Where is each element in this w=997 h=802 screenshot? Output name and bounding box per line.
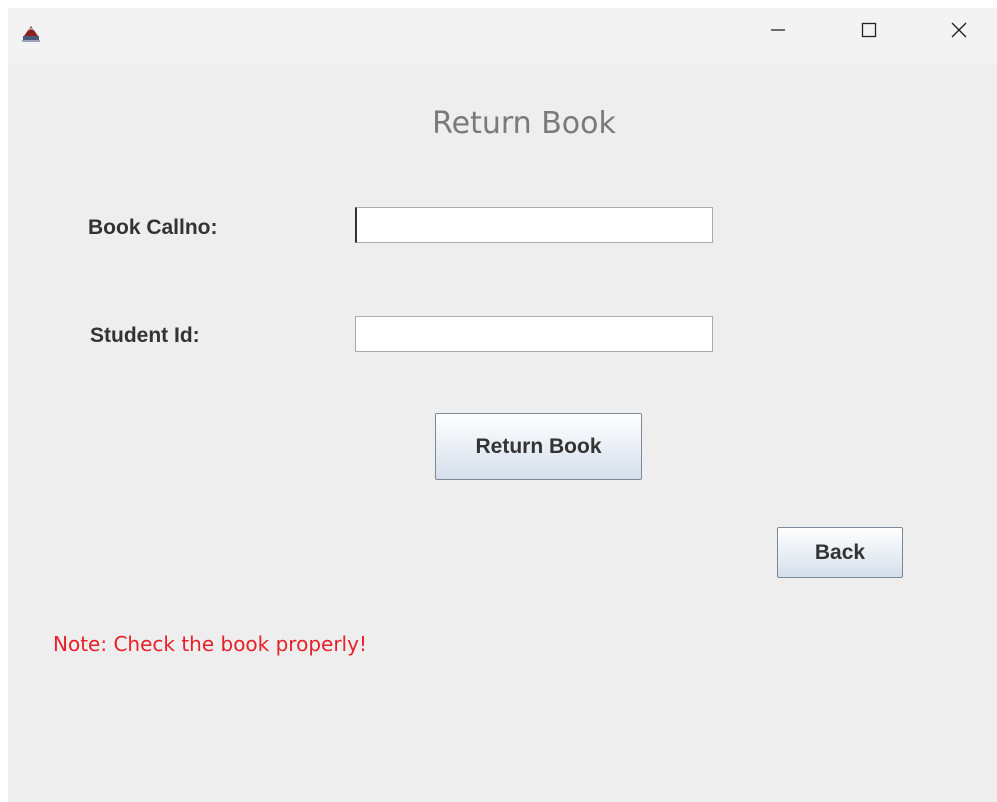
app-window: Return Book Book Callno: Student Id: Ret… bbox=[8, 8, 997, 802]
minimize-button[interactable] bbox=[755, 8, 801, 56]
student-id-label: Student Id: bbox=[90, 324, 200, 347]
book-callno-input[interactable] bbox=[355, 207, 713, 243]
student-id-input[interactable] bbox=[355, 316, 713, 352]
page-title: Return Book bbox=[432, 106, 616, 141]
maximize-button[interactable] bbox=[846, 8, 892, 56]
maximize-icon bbox=[860, 21, 878, 44]
java-coffee-cup-icon bbox=[20, 22, 42, 44]
book-callno-label: Book Callno: bbox=[88, 216, 218, 239]
form-panel: Return Book Book Callno: Student Id: Ret… bbox=[8, 64, 997, 802]
title-bar bbox=[8, 8, 997, 64]
back-button[interactable]: Back bbox=[777, 527, 903, 578]
minimize-icon bbox=[769, 21, 787, 44]
close-icon bbox=[950, 21, 968, 44]
close-button[interactable] bbox=[936, 8, 982, 56]
return-book-button[interactable]: Return Book bbox=[435, 413, 642, 480]
note-text: Note: Check the book properly! bbox=[53, 632, 367, 656]
